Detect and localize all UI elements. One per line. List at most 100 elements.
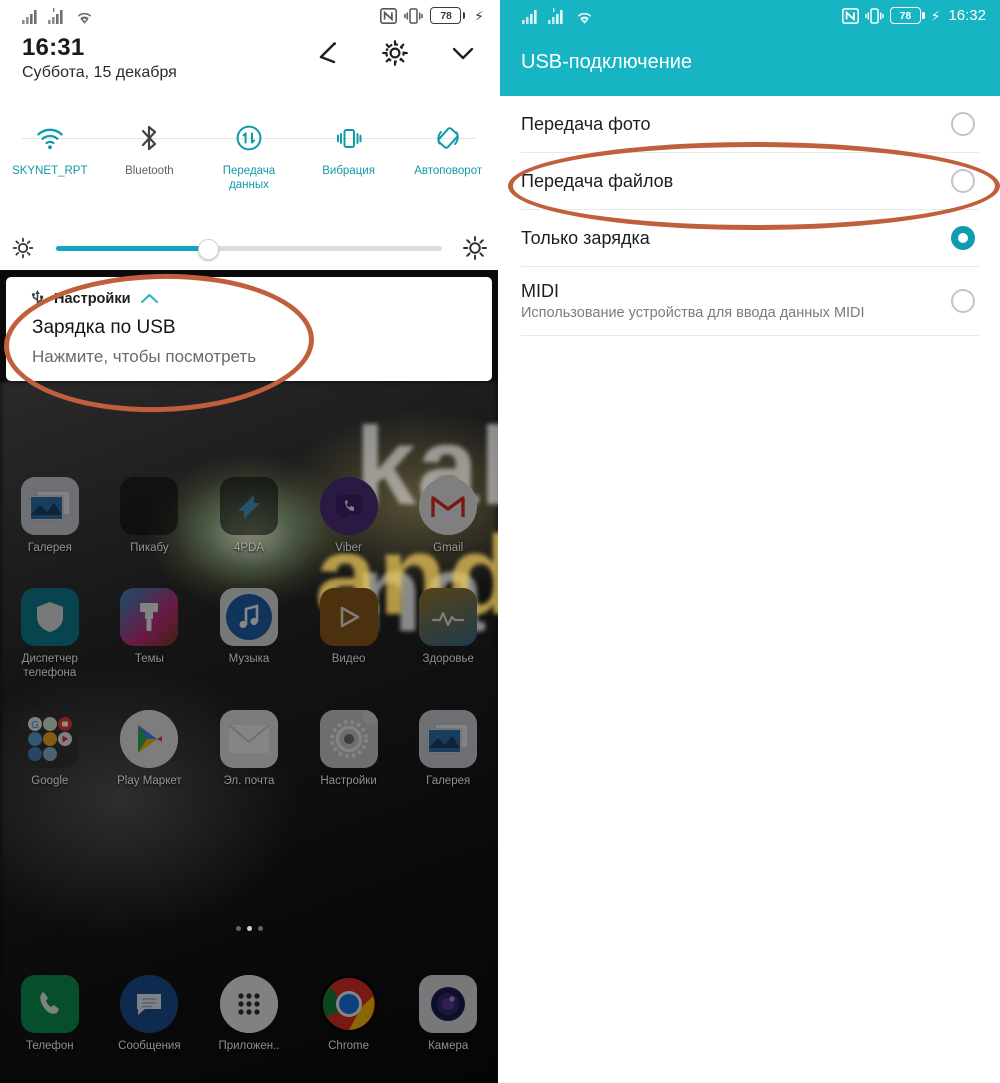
nfc-icon	[380, 7, 398, 24]
app-label: Play Маркет	[117, 775, 182, 788]
wifi-icon	[577, 12, 592, 24]
page-dot[interactable]	[257, 926, 263, 931]
radio-button-selected[interactable]	[951, 226, 975, 250]
bluetooth-icon	[136, 118, 162, 158]
app-row: Диспетчер телефона Темы Музыка Видео Здо…	[0, 587, 498, 681]
app-icon-themes[interactable]: Темы	[100, 587, 200, 681]
app-label: Настройки	[320, 775, 377, 788]
auto-rotate-icon	[433, 118, 463, 158]
option-title: Передача файлов	[521, 170, 674, 191]
option-title: Передача фото	[521, 113, 651, 134]
usb-option-charge-only[interactable]: Только зарядка	[500, 210, 1000, 266]
fourpda-icon	[219, 477, 278, 535]
app-folder-google[interactable]: G Google	[0, 710, 100, 789]
messages-bubble-icon	[120, 975, 179, 1033]
usb-option-midi[interactable]: MIDI Использование устройства для ввода …	[500, 267, 1000, 335]
battery-level-text: 78	[899, 9, 912, 22]
battery-indicator: 78	[430, 7, 466, 24]
brightness-slider-row[interactable]	[0, 228, 498, 268]
radio-button[interactable]	[951, 289, 975, 313]
nfc-icon	[841, 7, 859, 24]
option-title: MIDI	[521, 281, 559, 301]
signal-bars-icon	[48, 8, 63, 24]
phone-handset-icon	[20, 975, 79, 1033]
app-icon-4pda[interactable]: 4PDA	[199, 477, 299, 556]
left-phone-screen: 78 ⚡ 16:31 Суббота, 15 декабря SKYNET_RP…	[0, 0, 498, 1083]
usb-charging-notification[interactable]: Настройки Зарядка по USB Нажмите, чтобы …	[6, 277, 492, 381]
app-icon-viber[interactable]: Viber	[299, 477, 399, 556]
app-icon-play-store[interactable]: Play Маркет	[100, 710, 200, 789]
gear-icon	[319, 710, 378, 769]
app-label: Галерея	[27, 542, 72, 554]
shade-header-actions	[312, 38, 478, 68]
quick-toggle-vibrate[interactable]: Вибрация	[299, 118, 399, 193]
dock-label: Приложен..	[218, 1040, 280, 1052]
pencil-edit-icon[interactable]	[312, 38, 342, 68]
chevron-down-icon[interactable]	[448, 38, 478, 68]
vibrate-icon	[865, 7, 884, 24]
option-title: Только зарядка	[521, 227, 650, 248]
quick-toggle-mobile-data[interactable]: Передача данных	[199, 118, 299, 193]
brightness-high-icon	[452, 235, 498, 261]
chevron-up-icon[interactable]	[140, 292, 159, 305]
music-note-icon	[219, 587, 278, 646]
gear-icon[interactable]	[380, 38, 410, 68]
app-label: Пикабу	[130, 542, 169, 554]
brightness-knob[interactable]	[197, 238, 219, 260]
themes-brush-icon	[120, 587, 179, 646]
app-label: Музыка	[228, 652, 270, 665]
notification-subtitle: Нажмите, чтобы посмотреть	[32, 347, 257, 366]
quick-toggle-bluetooth[interactable]: Bluetooth	[100, 118, 200, 193]
app-label: Viber	[335, 542, 362, 554]
radio-button[interactable]	[951, 112, 975, 136]
dock-icon-camera[interactable]: Камера	[398, 975, 498, 1054]
charging-bolt-icon: ⚡	[930, 7, 941, 24]
signal-bars-icon	[548, 8, 563, 24]
dock-icon-chrome[interactable]: Chrome	[299, 975, 399, 1054]
app-icon-phone-manager[interactable]: Диспетчер телефона	[0, 587, 100, 681]
clock-date: Суббота, 15 декабря	[22, 64, 177, 81]
app-icon-health[interactable]: Здоровье	[398, 587, 498, 681]
pikabu-icon	[120, 477, 179, 535]
wifi-icon	[34, 118, 66, 158]
quick-toggle-label: SKYNET_RPT	[12, 165, 88, 177]
app-icon-settings[interactable]: Настройки	[299, 710, 399, 789]
signal-bars-icon	[22, 10, 37, 24]
home-page-indicator	[0, 926, 498, 931]
home-screen: kak na android Галерея	[0, 381, 498, 1083]
dock-icon-phone[interactable]: Телефон	[0, 975, 100, 1054]
usb-option-photo-transfer[interactable]: Передача фото	[500, 96, 1000, 152]
status-bar-right-icons: 78 ⚡ 16:32	[841, 7, 986, 24]
usb-option-file-transfer[interactable]: Передача файлов	[500, 153, 1000, 209]
status-bar-left-icons	[22, 8, 94, 24]
page-dot[interactable]	[246, 926, 252, 931]
brightness-track[interactable]	[56, 238, 442, 260]
app-icon-pikabu[interactable]: Пикабу	[100, 477, 200, 556]
page-dot[interactable]	[235, 926, 241, 931]
app-icon-music[interactable]: Музыка	[199, 587, 299, 681]
quick-toggle-label: Вибрация	[322, 165, 375, 177]
signal-bars-icon	[522, 10, 537, 24]
status-bar-left-icons	[522, 8, 594, 24]
quick-toggle-auto-rotate[interactable]: Автоповорот	[398, 118, 498, 193]
health-heartbeat-icon	[419, 587, 478, 646]
app-icon-gallery-2[interactable]: Галерея	[398, 710, 498, 789]
app-label: Эл. почта	[223, 775, 275, 788]
play-store-icon	[120, 710, 179, 769]
dock-icon-app-drawer[interactable]: Приложен..	[199, 975, 299, 1054]
quick-toggle-label: Передача данных	[222, 165, 276, 192]
quick-toggle-label: Автоповорот	[414, 165, 483, 177]
dock-icon-messages[interactable]: Сообщения	[100, 975, 200, 1054]
quick-toggle-wifi[interactable]: SKYNET_RPT	[0, 118, 100, 193]
wifi-icon	[77, 12, 92, 24]
chrome-icon	[319, 975, 378, 1033]
gallery-icon	[20, 477, 79, 535]
app-icon-video[interactable]: Видео	[299, 587, 399, 681]
radio-button[interactable]	[951, 169, 975, 193]
app-icon-gmail[interactable]: Gmail	[398, 477, 498, 556]
usb-options-list: Передача фото Передача файлов Только зар…	[500, 96, 1000, 336]
app-icon-email[interactable]: Эл. почта	[199, 710, 299, 789]
notification-app-header: Настройки	[30, 289, 159, 308]
app-icon-gallery[interactable]: Галерея	[0, 477, 100, 556]
right-phone-screen: 78 ⚡ 16:32 USB-подключение Передача фото…	[500, 0, 1000, 1083]
